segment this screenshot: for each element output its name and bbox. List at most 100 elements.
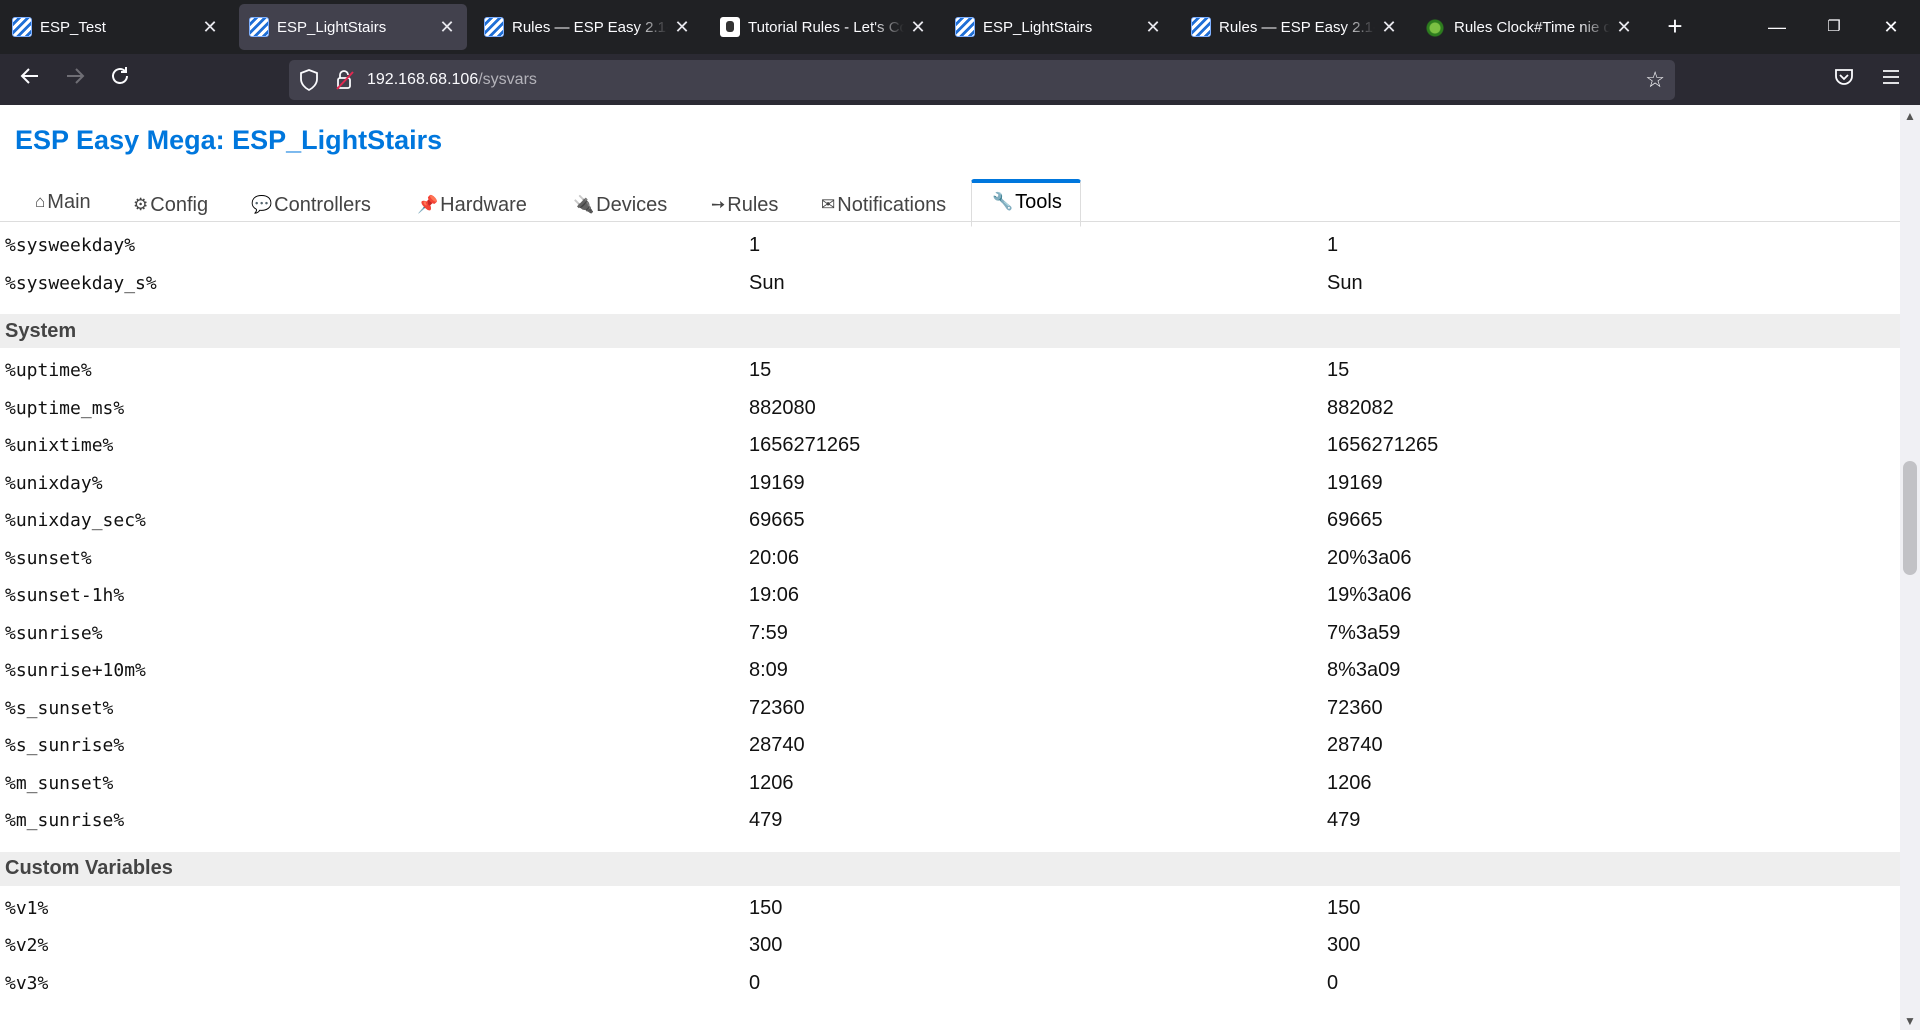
forward-arrow-icon bbox=[67, 68, 85, 84]
close-window-button[interactable]: ✕ bbox=[1868, 8, 1914, 46]
url-text[interactable]: 192.168.68.106/sysvars bbox=[367, 60, 537, 100]
table-row: %v2% 300 300 bbox=[0, 927, 1900, 965]
menu-item-notifications[interactable]: ✉ Notifications bbox=[821, 188, 946, 223]
var-value: 300 bbox=[749, 934, 783, 957]
arrow-icon: ➙ bbox=[711, 195, 726, 214]
browser-tab-strip: ESP_Test ✕ ESP_LightStairs ✕ Rules — ESP… bbox=[0, 0, 1920, 54]
main-menu: ⌂ Main ⚙ Config 💬 Controllers 📌 Hardware 🔌 De… bbox=[0, 169, 1900, 227]
browser-tab[interactable]: ESP_Test ✕ bbox=[2, 4, 230, 50]
reload-button[interactable] bbox=[102, 62, 138, 98]
scroll-down-arrow-icon[interactable]: ▼ bbox=[1900, 1012, 1920, 1030]
var-value-encoded: 479 bbox=[1327, 809, 1361, 832]
browser-tab[interactable]: Rules — ESP Easy 2.1-beta ✕ bbox=[1181, 4, 1409, 50]
close-icon[interactable]: ✕ bbox=[200, 17, 220, 38]
back-button[interactable] bbox=[12, 62, 48, 98]
browser-tab-active[interactable]: ESP_LightStairs ✕ bbox=[239, 4, 467, 50]
var-value-encoded: 8%3a09 bbox=[1327, 659, 1401, 682]
envelope-icon: ✉ bbox=[821, 195, 836, 214]
var-value: 150 bbox=[749, 896, 783, 919]
menu-label: Notifications bbox=[837, 194, 947, 216]
var-value-encoded: Sun bbox=[1327, 271, 1363, 294]
section-header-system: System bbox=[0, 314, 1900, 348]
var-value: 69665 bbox=[749, 509, 805, 532]
home-icon: ⌂ bbox=[35, 192, 46, 211]
address-bar[interactable]: 192.168.68.106/sysvars ☆ bbox=[289, 60, 1675, 100]
close-icon[interactable]: ✕ bbox=[1379, 17, 1399, 38]
var-value-encoded: 1 bbox=[1327, 234, 1339, 257]
var-value: 0 bbox=[749, 971, 761, 994]
var-value-encoded: 882082 bbox=[1327, 396, 1394, 419]
menu-label: Hardware bbox=[440, 194, 527, 216]
var-name: %sunrise% bbox=[5, 622, 103, 644]
var-name: %v3% bbox=[5, 972, 49, 994]
forward-button[interactable] bbox=[57, 62, 93, 98]
var-name: %unixday_sec% bbox=[5, 510, 146, 532]
plug-icon: 🔌 bbox=[573, 195, 595, 214]
var-value-encoded: 300 bbox=[1327, 934, 1361, 957]
browser-tab[interactable]: Rules Clock#Time nie dzia ✕ bbox=[1416, 4, 1644, 50]
menu-item-rules[interactable]: ➙ Rules bbox=[711, 188, 778, 223]
var-name: %sunrise+10m% bbox=[5, 660, 146, 682]
var-name: %sunset% bbox=[5, 547, 92, 569]
table-row: %v3% 0 0 bbox=[0, 965, 1900, 1003]
app-menu-button[interactable] bbox=[1876, 66, 1906, 96]
minimize-button[interactable]: — bbox=[1754, 8, 1800, 46]
table-row: %sunrise% 7:59 7%3a59 bbox=[0, 615, 1900, 653]
esp-easy-icon bbox=[1191, 17, 1211, 37]
table-row: %uptime_ms% 882080 882082 bbox=[0, 390, 1900, 428]
var-value: 1206 bbox=[749, 771, 794, 794]
close-icon[interactable]: ✕ bbox=[437, 17, 457, 38]
menu-item-config[interactable]: ⚙ Config bbox=[133, 188, 208, 223]
close-icon[interactable]: ✕ bbox=[672, 17, 692, 38]
tracking-protection-shield-icon[interactable] bbox=[299, 69, 319, 91]
browser-tab[interactable]: Tutorial Rules - Let's Control ✕ bbox=[710, 4, 938, 50]
var-value-encoded: 7%3a59 bbox=[1327, 621, 1401, 644]
sysvars-table: %sysweekday% 1 1 %sysweekday_s% Sun Sun … bbox=[0, 227, 1900, 1002]
var-name: %uptime% bbox=[5, 360, 92, 382]
url-host: 192.168.68.106 bbox=[367, 71, 479, 88]
scroll-up-arrow-icon[interactable]: ▲ bbox=[1900, 107, 1920, 125]
close-icon[interactable]: ✕ bbox=[1143, 17, 1163, 38]
new-tab-button[interactable]: + bbox=[1658, 10, 1692, 44]
var-value-encoded: 19169 bbox=[1327, 471, 1383, 494]
vertical-scrollbar[interactable]: ▲ ▼ bbox=[1900, 105, 1920, 1030]
browser-tab[interactable]: Rules — ESP Easy 2.1-beta ✕ bbox=[474, 4, 702, 50]
menu-item-controllers[interactable]: 💬 Controllers bbox=[251, 188, 371, 223]
menu-item-tools[interactable]: 🔧 Tools bbox=[971, 179, 1081, 227]
url-path: /sysvars bbox=[478, 71, 537, 88]
table-row: %v1% 150 150 bbox=[0, 890, 1900, 928]
table-row: %s_sunrise% 28740 28740 bbox=[0, 727, 1900, 765]
restore-button[interactable]: ❐ bbox=[1811, 8, 1857, 46]
table-row: %m_sunset% 1206 1206 bbox=[0, 765, 1900, 803]
scrollbar-thumb[interactable] bbox=[1903, 461, 1917, 575]
esp-easy-icon bbox=[12, 17, 32, 37]
menu-item-hardware[interactable]: 📌 Hardware bbox=[417, 188, 527, 223]
var-value-encoded: 150 bbox=[1327, 896, 1361, 919]
var-value-encoded: 72360 bbox=[1327, 696, 1383, 719]
bookmark-star-icon[interactable]: ☆ bbox=[1645, 67, 1665, 93]
var-value: 19169 bbox=[749, 471, 805, 494]
var-name: %v1% bbox=[5, 897, 49, 919]
pocket-button[interactable] bbox=[1829, 66, 1859, 96]
close-icon[interactable]: ✕ bbox=[1614, 17, 1634, 38]
var-name: %sunset-1h% bbox=[5, 585, 125, 607]
browser-tab[interactable]: ESP_LightStairs ✕ bbox=[945, 4, 1173, 50]
close-icon[interactable]: ✕ bbox=[908, 17, 928, 38]
var-value: 1 bbox=[749, 234, 761, 257]
table-row: %sysweekday% 1 1 bbox=[0, 227, 1900, 265]
navigation-toolbar: 192.168.68.106/sysvars ☆ bbox=[0, 54, 1920, 105]
tab-title: Rules — ESP Easy 2.1-beta bbox=[512, 18, 668, 36]
menu-label: Tools bbox=[1015, 191, 1062, 213]
reload-icon bbox=[112, 67, 128, 84]
var-value: 19:06 bbox=[749, 584, 800, 607]
pocket-icon bbox=[1835, 69, 1853, 85]
var-value-encoded: 1206 bbox=[1327, 771, 1372, 794]
menu-item-devices[interactable]: 🔌 Devices bbox=[573, 188, 667, 223]
web-page: ESP Easy Mega: ESP_LightStairs ⌂ Main ⚙ Co… bbox=[0, 105, 1920, 1030]
var-name: %uptime_ms% bbox=[5, 397, 125, 419]
var-name: %s_sunrise% bbox=[5, 735, 125, 757]
table-row: %sunset% 20:06 20%3a06 bbox=[0, 540, 1900, 578]
menu-item-main[interactable]: ⌂ Main bbox=[35, 185, 91, 220]
insecure-lock-icon[interactable] bbox=[335, 69, 355, 91]
forum-icon bbox=[1426, 17, 1446, 37]
